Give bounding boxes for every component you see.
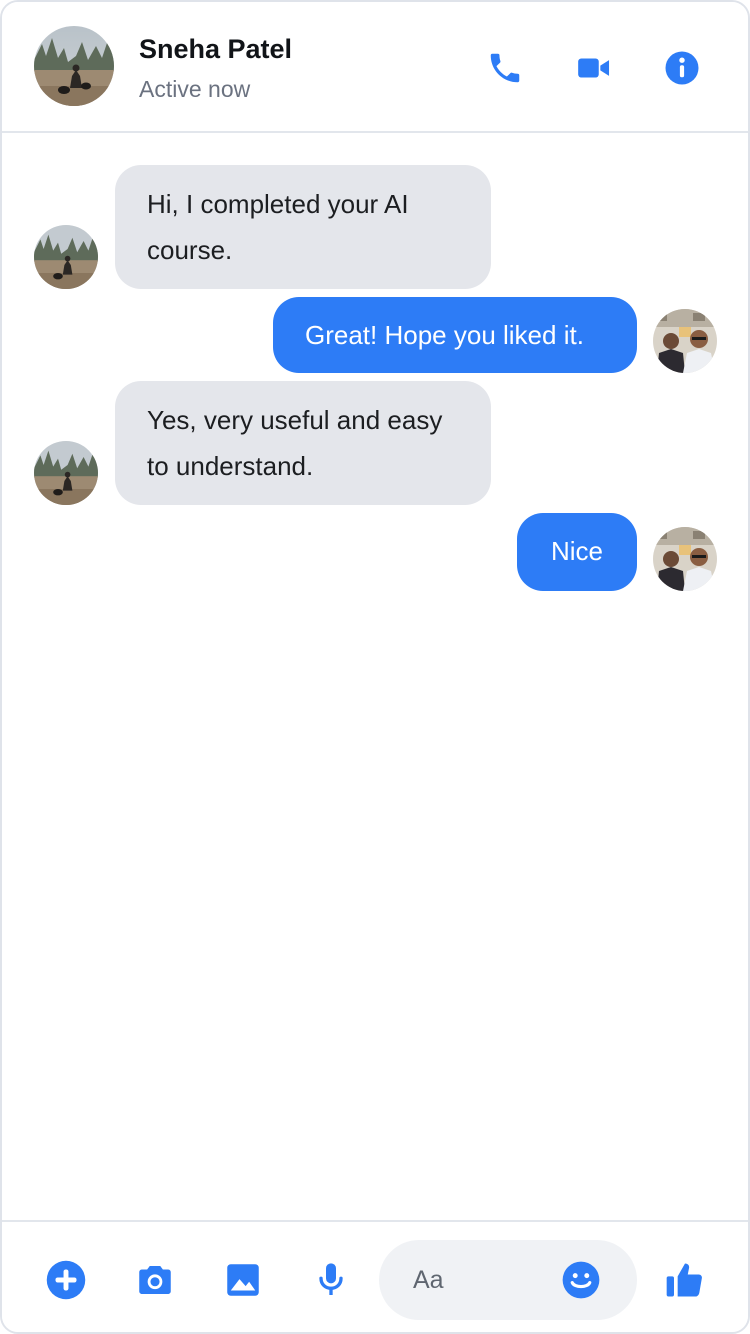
camera-icon[interactable] bbox=[133, 1258, 177, 1302]
microphone-icon[interactable] bbox=[309, 1258, 353, 1302]
message-bubble-outgoing[interactable]: Great! Hope you liked it. bbox=[273, 297, 637, 373]
add-icon[interactable] bbox=[44, 1258, 88, 1302]
contact-name: Sneha Patel bbox=[139, 34, 293, 64]
composer-bar bbox=[2, 1220, 748, 1332]
message-bubble-incoming[interactable]: Yes, very useful and easy to understand. bbox=[115, 381, 491, 505]
message-bubble-incoming[interactable]: Hi, I completed your AI course. bbox=[115, 165, 491, 289]
user-avatar-small bbox=[653, 527, 717, 591]
phone-icon[interactable] bbox=[483, 46, 527, 90]
message-input-container[interactable] bbox=[379, 1240, 637, 1320]
contact-avatar-small bbox=[34, 441, 98, 505]
image-icon[interactable] bbox=[221, 1258, 265, 1302]
message-input[interactable] bbox=[411, 1260, 561, 1300]
video-camera-icon[interactable] bbox=[572, 46, 616, 90]
chat-header: Sneha Patel Active now bbox=[2, 2, 748, 133]
contact-avatar[interactable] bbox=[34, 26, 114, 106]
thumbs-up-icon[interactable] bbox=[663, 1258, 707, 1302]
info-icon[interactable] bbox=[660, 46, 704, 90]
contact-status: Active now bbox=[139, 76, 251, 102]
message-bubble-outgoing[interactable]: Nice bbox=[517, 513, 637, 591]
chat-window: Sneha Patel Active now Hi, I completed y… bbox=[0, 0, 750, 1334]
user-avatar-small bbox=[653, 309, 717, 373]
contact-avatar-small bbox=[34, 225, 98, 289]
emoji-icon[interactable] bbox=[559, 1258, 603, 1302]
message-list[interactable]: Hi, I completed your AI course. Great! H… bbox=[2, 135, 748, 1220]
